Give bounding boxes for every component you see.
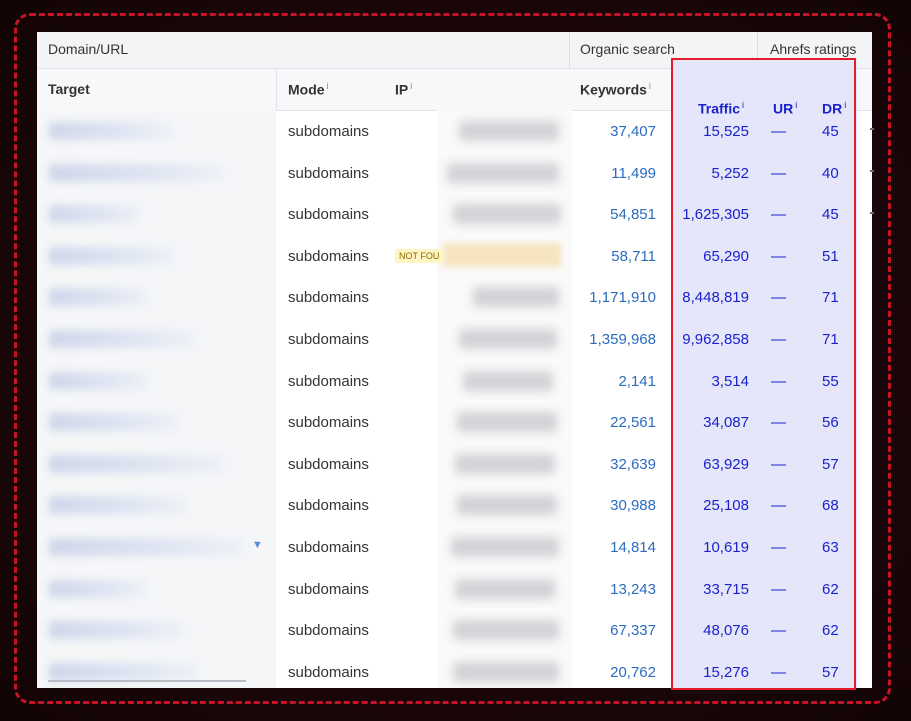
keywords-cell[interactable]: 1,171,910 [589,289,656,306]
ip-redacted [455,578,555,599]
target-url-redacted[interactable] [49,163,224,182]
info-icon[interactable]: i [410,81,412,91]
col-header-mode[interactable]: Mode i [288,81,329,98]
mode-cell: subdomains [288,455,369,473]
ip-redacted [457,412,557,433]
ip-redacted [459,121,559,141]
keywords-cell[interactable]: 58,711 [611,248,656,265]
mode-cell: subdomains [288,538,369,556]
target-url-redacted[interactable] [49,205,141,224]
mode-cell: subdomains [288,580,369,598]
scroll-indicator [48,680,246,682]
target-url-redacted[interactable] [49,579,147,598]
ip-redacted [453,620,559,641]
ip-redacted [463,370,553,391]
keywords-cell[interactable]: 13,243 [610,581,656,598]
mode-cell: subdomains [288,372,369,390]
keywords-cell[interactable]: 11,499 [611,165,656,182]
not-found-badge: NOT FOU [395,248,444,263]
mode-cell: subdomains [288,497,369,515]
info-icon[interactable]: i [649,81,651,91]
mode-cell: subdomains [288,247,369,265]
keywords-cell[interactable]: 22,561 [610,414,656,431]
target-url-redacted[interactable] [49,496,187,515]
target-url-redacted[interactable] [49,454,224,473]
keywords-cell[interactable]: 37,407 [610,123,656,140]
group-organic-search: Organic search [580,41,675,57]
target-url-redacted[interactable] [49,329,194,348]
keywords-cell[interactable]: 30,988 [610,497,656,514]
mode-cell: subdomains [288,123,369,140]
ip-redacted [455,453,555,474]
mode-cell: subdomains [288,289,369,307]
ip-redacted [457,495,557,516]
keywords-cell[interactable]: 67,337 [610,622,656,639]
target-url-redacted[interactable] [49,288,149,307]
ip-redacted [453,661,559,682]
target-url-redacted[interactable] [49,662,199,681]
target-url-redacted[interactable] [49,413,179,432]
mode-cell: subdomains [288,330,369,348]
ip-redacted [453,204,561,225]
keywords-cell[interactable]: 14,814 [610,539,656,556]
expand-caret-icon[interactable]: ▼ [252,539,263,551]
edge-marker [870,212,874,214]
col-header-target[interactable]: Target [48,81,90,97]
keywords-cell[interactable]: 20,762 [610,664,656,681]
target-url-redacted[interactable] [49,621,184,640]
target-url-redacted[interactable] [49,122,174,140]
mode-cell: subdomains [288,164,369,182]
ip-not-found-bg [443,242,561,267]
edge-marker [870,128,874,130]
info-icon[interactable]: i [327,81,329,91]
group-domain-url: Domain/URL [48,41,129,57]
edge-marker [870,170,874,172]
column-divider [276,69,277,110]
ip-redacted [473,287,559,308]
col-header-ip[interactable]: IP i [395,81,412,98]
keywords-cell[interactable]: 54,851 [610,206,656,223]
keywords-cell[interactable]: 2,141 [618,373,656,390]
ip-redacted [447,162,559,183]
group-ahrefs-ratings: Ahrefs ratings [770,41,857,57]
target-url-redacted[interactable] [49,246,174,265]
target-url-redacted[interactable] [49,537,244,556]
mode-cell: subdomains [288,663,369,681]
keywords-cell[interactable]: 1,359,968 [589,331,656,348]
target-url-redacted[interactable] [49,371,149,390]
keywords-cell[interactable]: 32,639 [610,456,656,473]
ip-redacted [451,536,559,557]
mode-cell: subdomains [288,206,369,224]
mode-cell: subdomains [288,414,369,432]
highlight-box [671,58,856,690]
col-header-keywords[interactable]: Keywords i [580,81,651,98]
mode-cell: subdomains [288,622,369,640]
ip-redacted [459,328,557,349]
